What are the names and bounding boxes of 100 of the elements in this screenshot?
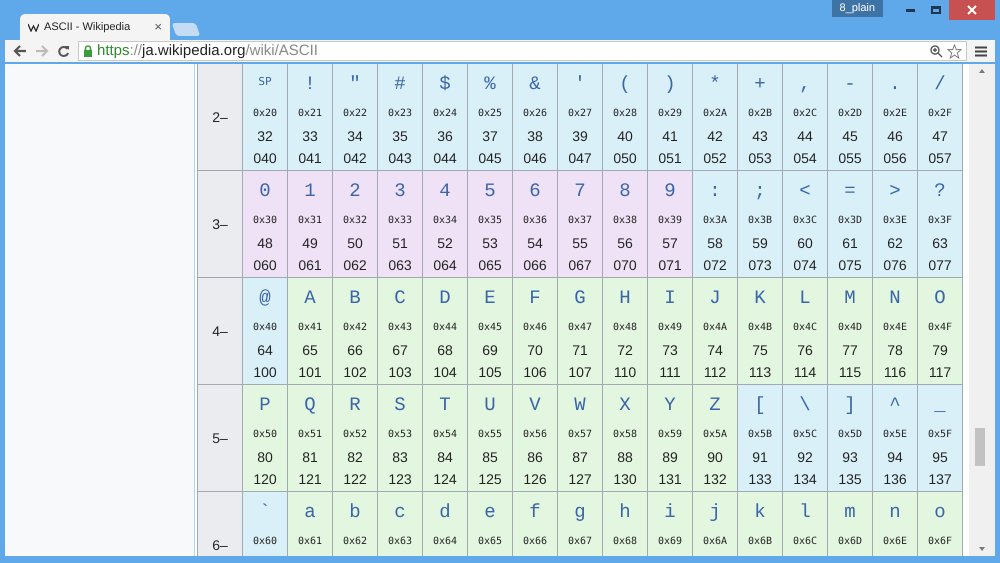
hex-code: 0x22 [342,107,368,121]
hex-code: 0x6E [882,535,908,549]
octal-code: 136 [883,470,907,489]
scroll-up-icon[interactable] [979,69,985,73]
octal-code: 047 [568,149,592,168]
octal-code: 056 [883,149,907,168]
decimal-code: 88 [617,448,633,467]
hex-code: 0x47 [568,321,592,335]
character-glyph: \ [799,392,811,418]
character-glyph: N [889,286,901,311]
close-button[interactable] [949,0,995,20]
character-glyph: K [754,286,766,311]
character-glyph: Z [709,392,721,418]
decimal-code: 60 [797,234,813,253]
decimal-code: 82 [347,448,363,467]
character-glyph: O [934,286,946,311]
hex-code: 0x63 [388,535,412,549]
decimal-code: 58 [707,234,723,253]
row-header: 5– [197,385,243,491]
character-glyph: 2 [349,178,361,204]
character-glyph: ( [619,72,631,97]
hex-code: 0x6B [748,535,772,549]
hex-code: 0x2C [792,107,818,121]
hex-code: 0x65 [478,535,502,549]
decimal-code: 83 [392,448,408,467]
character-glyph: * [709,72,721,97]
decimal-code: 38 [527,127,543,146]
reload-icon[interactable] [57,44,70,58]
decimal-code: 94 [887,448,903,467]
octal-code: 100 [253,363,277,382]
hex-code: 0x4A [702,321,728,335]
octal-code: 070 [613,256,637,275]
scrollbar-thumb[interactable] [975,428,985,466]
octal-code: 130 [613,470,637,489]
hex-code: 0x59 [658,428,682,442]
star-icon[interactable] [947,44,962,58]
decimal-code: 71 [572,341,588,360]
octal-code: 065 [478,256,502,275]
hex-code: 0x67 [568,535,592,549]
hex-code: 0x23 [388,107,412,121]
decimal-code: 68 [437,341,453,360]
character-glyph: 3 [394,178,406,204]
character-glyph: F [529,286,541,311]
hex-code: 0x39 [658,214,682,228]
address-field[interactable]: https://ja.wikipedia.org/wiki/ASCII [78,41,967,61]
menu-icon[interactable] [975,46,987,56]
octal-code: 134 [793,470,817,489]
character-glyph: M [844,286,856,311]
scroll-down-icon[interactable] [979,547,985,551]
character-glyph: _ [934,392,946,418]
octal-code: 113 [748,363,772,382]
decimal-code: 74 [707,341,723,360]
tab-close-button[interactable]: × [154,17,162,37]
hex-code: 0x4E [882,321,908,335]
hex-code: 0x58 [612,428,638,442]
back-icon[interactable] [13,45,27,57]
character-glyph: l [799,500,811,525]
decimal-code: 46 [887,127,903,146]
decimal-code: 72 [617,341,633,360]
octal-code: 115 [838,363,862,382]
octal-code: 133 [748,470,772,489]
hex-code: 0x33 [388,214,412,228]
character-glyph: k [754,500,766,525]
hex-code: 0x3B [748,214,772,228]
decimal-code: 56 [617,234,633,253]
character-glyph: SP [258,74,272,90]
hex-code: 0x42 [342,321,368,335]
hex-code: 0x2D [838,107,862,121]
hex-code: 0x30 [252,214,278,228]
hex-code: 0x28 [612,107,638,121]
decimal-code: 64 [257,341,273,360]
decimal-code: 37 [482,127,498,146]
decimal-code: 59 [752,234,768,253]
hex-code: 0x31 [298,214,322,228]
character-glyph: , [799,72,811,97]
character-glyph: 9 [664,178,676,204]
octal-code: 116 [884,363,906,382]
character-glyph: [ [754,392,766,418]
decimal-code: 73 [662,341,678,360]
decimal-code: 63 [932,234,948,253]
hex-code: 0x20 [252,107,278,121]
tab-title: ASCII - Wikipedia [44,20,132,35]
octal-code: 122 [343,470,367,489]
decimal-code: 52 [437,234,453,253]
character-glyph: ^ [889,392,901,418]
zoom-icon[interactable] [930,44,943,58]
decimal-code: 76 [797,341,813,360]
hex-code: 0x43 [388,321,412,335]
scrollbar[interactable] [969,64,995,556]
octal-code: 123 [388,470,412,489]
character-glyph: V [529,392,541,418]
character-glyph: . [889,72,901,97]
octal-code: 127 [568,470,592,489]
decimal-code: 86 [527,448,543,467]
octal-code: 120 [253,470,277,489]
octal-code: 126 [523,470,547,489]
browser-tab[interactable]: ASCII - Wikipedia × [20,14,170,40]
character-glyph: + [754,72,766,97]
hex-code: 0x25 [478,107,502,121]
octal-code: 066 [523,256,547,275]
